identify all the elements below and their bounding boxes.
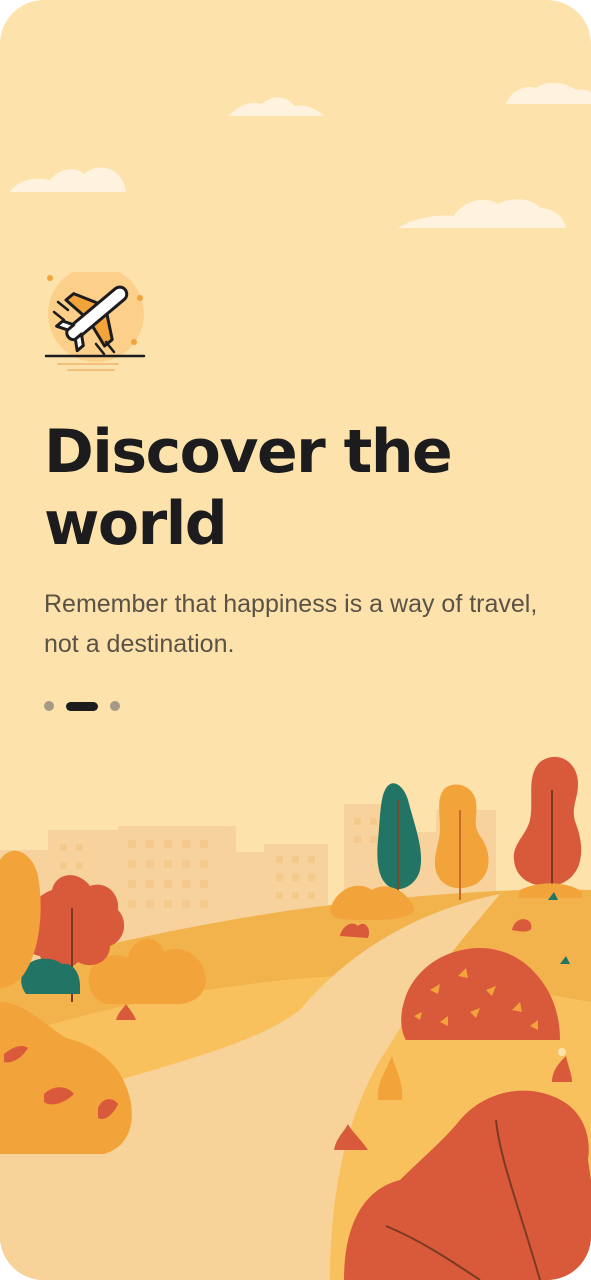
onboarding-title: Discover the world	[44, 417, 453, 559]
onboarding-subtitle: Remember that happiness is a way of trav…	[44, 590, 538, 658]
page-dot[interactable]	[44, 701, 54, 711]
cloud-decoration	[398, 199, 566, 228]
onboarding-screen: Discover the world Remember that happine…	[0, 0, 591, 1280]
cloud-decoration	[10, 167, 126, 192]
cloud-decoration	[506, 83, 591, 104]
page-dot-active[interactable]	[66, 701, 98, 711]
page-dot[interactable]	[110, 701, 120, 711]
airplane-icon	[44, 272, 146, 371]
autumn-landscape-illustration	[0, 756, 591, 1280]
page-indicator	[44, 700, 120, 712]
cloud-decoration	[228, 97, 324, 116]
